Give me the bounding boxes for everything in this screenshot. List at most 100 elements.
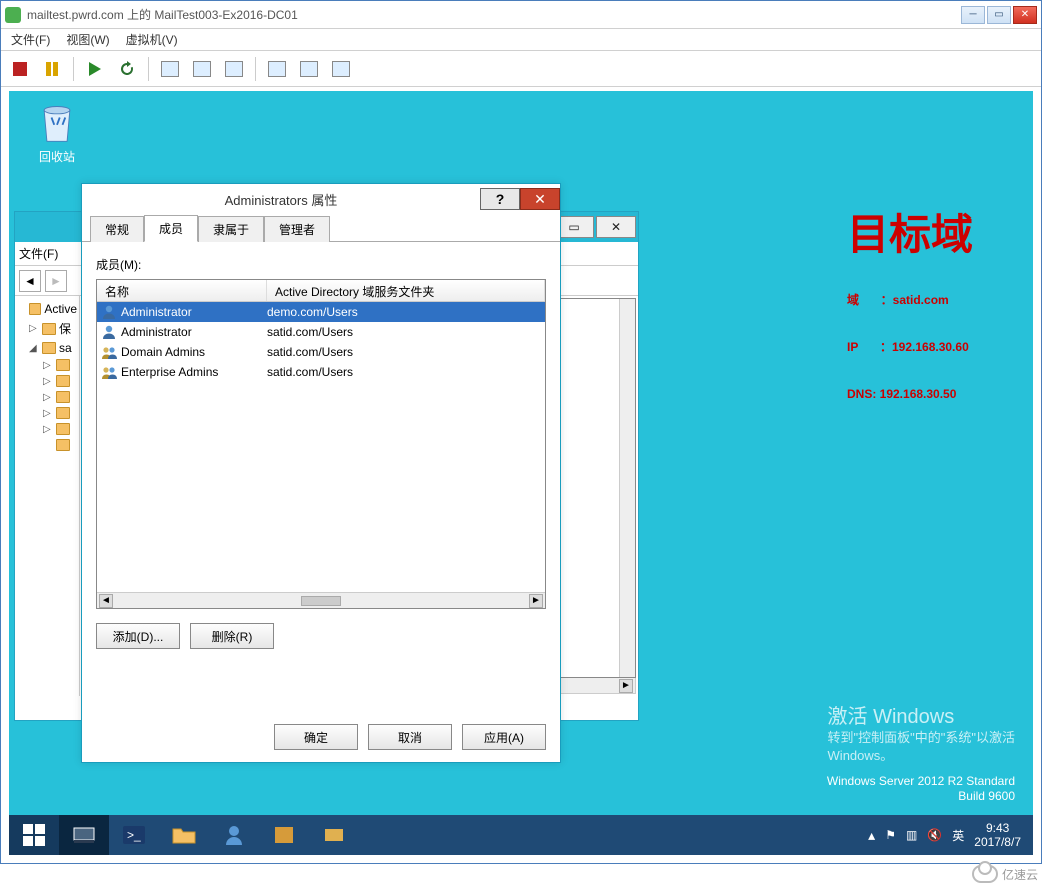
host-titlebar[interactable]: mailtest.pwrd.com 上的 MailTest003-Ex2016-… bbox=[1, 1, 1041, 29]
dialog-close-button[interactable]: ✕ bbox=[520, 188, 560, 210]
cloud-icon bbox=[972, 865, 998, 883]
tab-general[interactable]: 常规 bbox=[90, 216, 144, 242]
separator bbox=[73, 57, 74, 81]
refresh-button[interactable] bbox=[112, 54, 142, 84]
tab-memberof[interactable]: 隶属于 bbox=[198, 216, 264, 242]
host-window: mailtest.pwrd.com 上的 MailTest003-Ex2016-… bbox=[0, 0, 1042, 864]
host-toolbar bbox=[1, 51, 1041, 87]
tool4-button[interactable] bbox=[262, 54, 292, 84]
ok-button[interactable]: 确定 bbox=[274, 724, 358, 750]
watermark: 亿速云 bbox=[972, 865, 1038, 883]
taskbar: >_ ▴ ⚑ ▥ 🔇 英 9:43 2017/8 bbox=[9, 815, 1033, 855]
build-text: Windows Server 2012 R2 Standard Build 96… bbox=[827, 774, 1015, 805]
remove-button[interactable]: 删除(R) bbox=[190, 623, 274, 649]
recycle-bin[interactable]: 回收站 bbox=[27, 101, 87, 165]
group-icon bbox=[101, 364, 117, 380]
group-icon bbox=[101, 344, 117, 360]
recycle-bin-icon bbox=[38, 101, 76, 145]
folder-icon bbox=[171, 824, 197, 846]
apply-button[interactable]: 应用(A) bbox=[462, 724, 546, 750]
server-icon bbox=[72, 824, 96, 846]
folder-icon bbox=[56, 407, 70, 419]
tool1-button[interactable] bbox=[155, 54, 185, 84]
add-button[interactable]: 添加(D)... bbox=[96, 623, 180, 649]
vm-viewport: 回收站 目标域 域 ：satid.com IP ：192.168.30.60 D… bbox=[9, 91, 1033, 855]
tray-flag-icon[interactable]: ⚑ bbox=[885, 828, 896, 842]
svg-text:>_: >_ bbox=[127, 828, 141, 842]
overlay-title: 目标域 bbox=[847, 201, 973, 262]
member-row[interactable]: Enterprise Adminssatid.com/Users bbox=[97, 362, 545, 382]
tab-managedby[interactable]: 管理者 bbox=[264, 216, 330, 242]
vertical-scrollbar[interactable] bbox=[619, 299, 635, 677]
tray-volume-icon[interactable]: 🔇 bbox=[927, 828, 942, 842]
folder-icon bbox=[29, 303, 42, 315]
props-body: 成员(M): 名称 Active Directory 域服务文件夹 Admini… bbox=[82, 242, 560, 659]
desktop-overlay: 目标域 域 ：satid.com IP ：192.168.30.60 DNS: … bbox=[847, 201, 973, 412]
scroll-thumb[interactable] bbox=[301, 596, 341, 606]
list-horizontal-scrollbar[interactable]: ◄ ► bbox=[97, 592, 545, 608]
task-servermanager[interactable] bbox=[59, 815, 109, 855]
task-app6[interactable] bbox=[309, 815, 359, 855]
help-button[interactable]: ? bbox=[480, 188, 520, 210]
members-label: 成员(M): bbox=[96, 256, 546, 273]
tool5-button[interactable] bbox=[294, 54, 324, 84]
props-footer: 确定 取消 应用(A) bbox=[82, 712, 560, 762]
host-menubar: 文件(F) 视图(W) 虚拟机(V) bbox=[1, 29, 1041, 51]
menu-vm[interactable]: 虚拟机(V) bbox=[120, 29, 184, 50]
stop-button[interactable] bbox=[5, 54, 35, 84]
member-row[interactable]: Domain Adminssatid.com/Users bbox=[97, 342, 545, 362]
separator bbox=[255, 57, 256, 81]
tab-members[interactable]: 成员 bbox=[144, 215, 198, 242]
app-icon bbox=[272, 824, 296, 846]
tool2-button[interactable] bbox=[187, 54, 217, 84]
pause-button[interactable] bbox=[37, 54, 67, 84]
members-list[interactable]: 名称 Active Directory 域服务文件夹 Administrator… bbox=[96, 279, 546, 609]
props-title: Administrators 属性 bbox=[82, 190, 480, 209]
tray-network-icon[interactable]: ▥ bbox=[906, 828, 917, 842]
props-titlebar[interactable]: Administrators 属性 ? ✕ bbox=[82, 184, 560, 214]
mgmt-tree[interactable]: Active ▷保 ◢sa ▷ ▷ ▷ ▷ ▷ bbox=[15, 296, 80, 696]
member-row[interactable]: Administratorsatid.com/Users bbox=[97, 322, 545, 342]
mgmt-close-button[interactable]: ✕ bbox=[596, 216, 636, 238]
mgmt-menu-file[interactable]: 文件(F) bbox=[19, 245, 58, 262]
cancel-button[interactable]: 取消 bbox=[368, 724, 452, 750]
play-button[interactable] bbox=[80, 54, 110, 84]
app-icon bbox=[322, 824, 346, 846]
col-name[interactable]: 名称 bbox=[97, 280, 267, 301]
properties-dialog: Administrators 属性 ? ✕ 常规 成员 隶属于 管理者 成员(M… bbox=[81, 183, 561, 763]
maximize-button[interactable]: ▭ bbox=[987, 6, 1011, 24]
user-icon bbox=[101, 304, 117, 320]
col-folder[interactable]: Active Directory 域服务文件夹 bbox=[267, 280, 545, 301]
tray-clock[interactable]: 9:43 2017/8/7 bbox=[974, 821, 1021, 850]
tool6-button[interactable] bbox=[326, 54, 356, 84]
tray-chevron-icon[interactable]: ▴ bbox=[868, 827, 875, 844]
task-aduc[interactable] bbox=[209, 815, 259, 855]
scroll-left-icon[interactable]: ◄ bbox=[99, 594, 113, 608]
minimize-button[interactable]: ─ bbox=[961, 6, 985, 24]
task-app5[interactable] bbox=[259, 815, 309, 855]
task-explorer[interactable] bbox=[159, 815, 209, 855]
menu-view[interactable]: 视图(W) bbox=[60, 29, 115, 50]
back-button[interactable]: ◄ bbox=[19, 270, 41, 292]
aduc-icon bbox=[222, 823, 246, 847]
start-button[interactable] bbox=[9, 815, 59, 855]
app-icon bbox=[5, 7, 21, 23]
props-tabs: 常规 成员 隶属于 管理者 bbox=[82, 214, 560, 242]
task-powershell[interactable]: >_ bbox=[109, 815, 159, 855]
host-window-controls: ─ ▭ ✕ bbox=[959, 6, 1037, 24]
folder-icon bbox=[56, 375, 70, 387]
folder-icon bbox=[56, 359, 70, 371]
menu-file[interactable]: 文件(F) bbox=[5, 29, 56, 50]
scroll-right-icon[interactable]: ► bbox=[529, 594, 543, 608]
tool3-button[interactable] bbox=[219, 54, 249, 84]
close-button[interactable]: ✕ bbox=[1013, 6, 1037, 24]
windows-icon bbox=[23, 824, 45, 846]
folder-icon bbox=[56, 439, 70, 451]
tray-lang[interactable]: 英 bbox=[952, 827, 964, 844]
powershell-icon: >_ bbox=[122, 824, 146, 846]
activate-windows-text: 激活 Windows 转到"控制面板"中的"系统"以激活 Windows。 bbox=[828, 700, 1015, 765]
recycle-bin-label: 回收站 bbox=[27, 148, 87, 165]
forward-button[interactable]: ► bbox=[45, 270, 67, 292]
member-row[interactable]: Administratordemo.com/Users bbox=[97, 302, 545, 322]
list-header: 名称 Active Directory 域服务文件夹 bbox=[97, 280, 545, 302]
